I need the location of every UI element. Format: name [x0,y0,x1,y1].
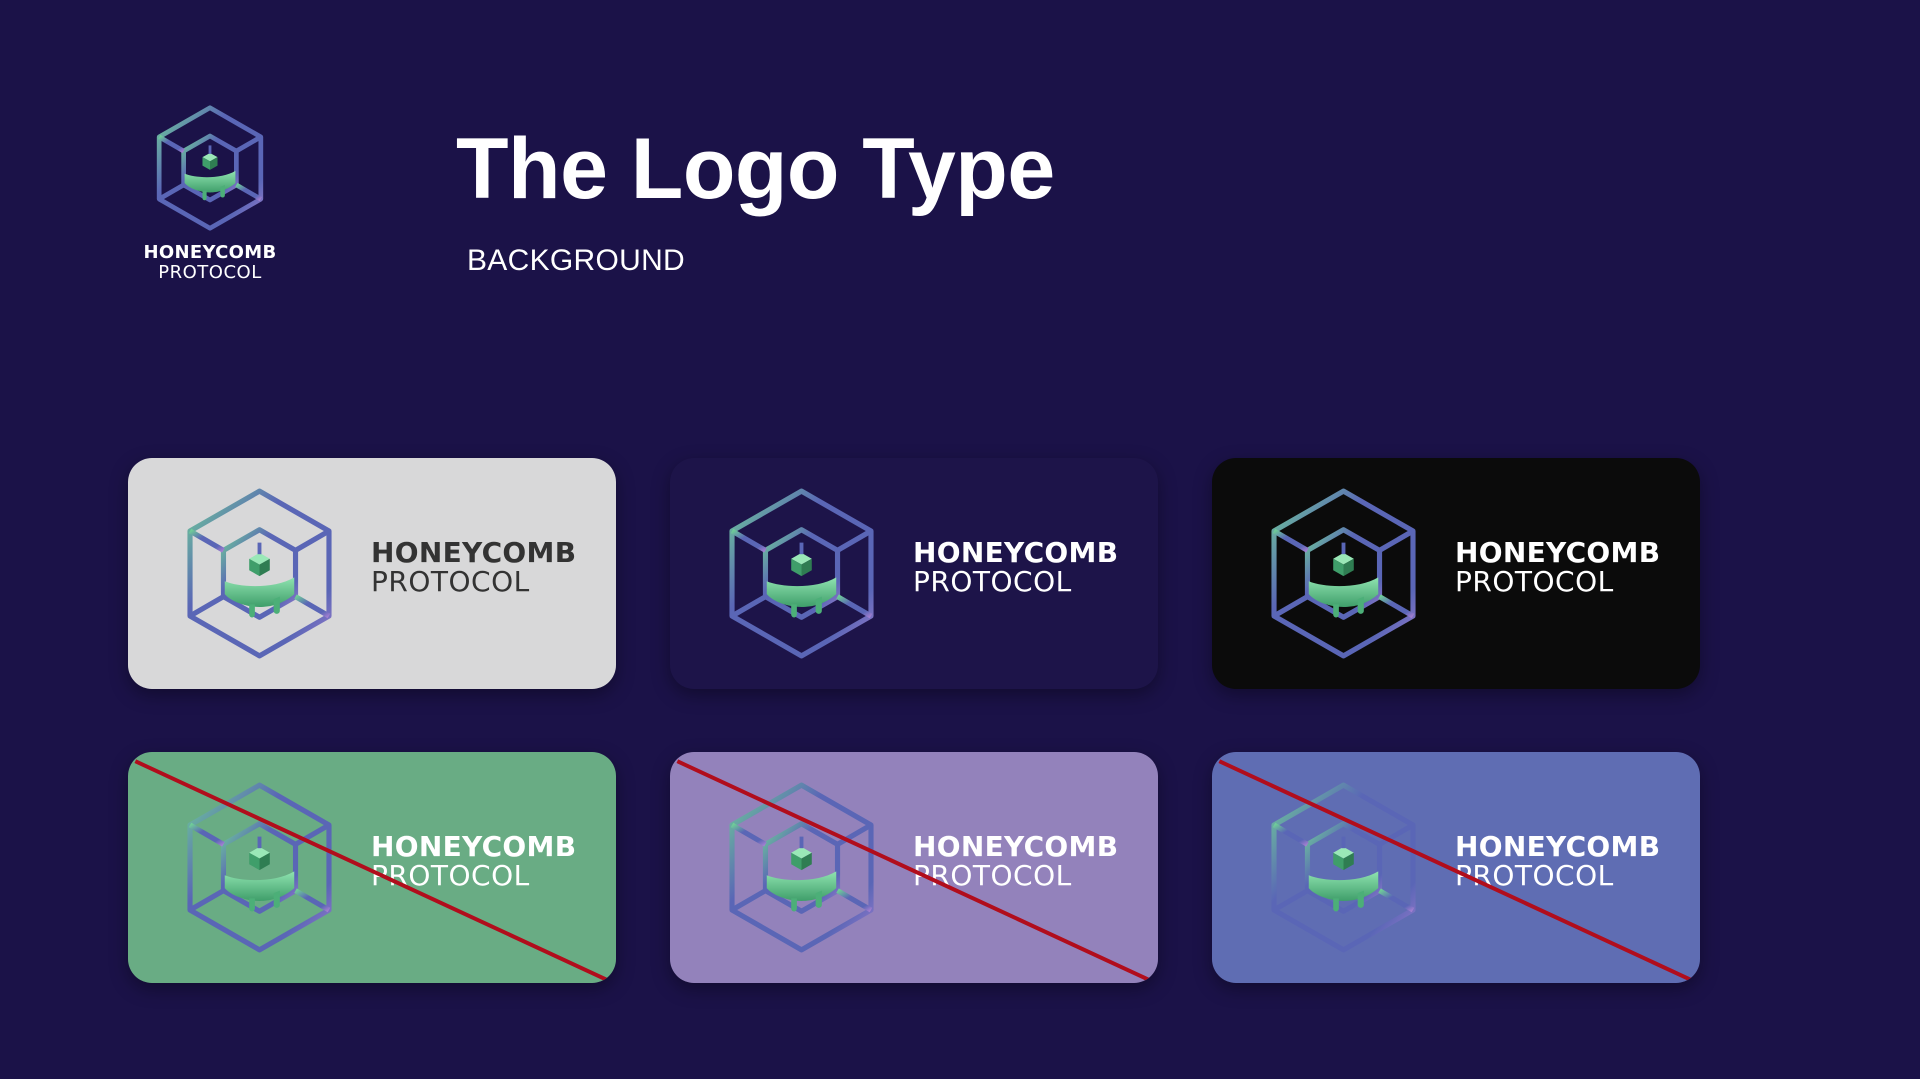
card-wordmark: HONEYCOMB PROTOCOL [371,539,576,596]
honeycomb-logo-icon [1271,782,1416,953]
card-wordmark-line1: HONEYCOMB [1455,536,1661,569]
card-wordmark: HONEYCOMB PROTOCOL [913,539,1118,596]
page-title: The Logo Type [456,121,1055,217]
card-wordmark-line2: PROTOCOL [1455,565,1614,598]
background-examples-grid: HONEYCOMB PROTOCOL HONEYCOMB PROTOCOL HO… [128,458,1700,983]
background-card-periwinkle: HONEYCOMB PROTOCOL [1212,752,1700,983]
card-wordmark: HONEYCOMB PROTOCOL [371,833,576,890]
page-subtitle: BACKGROUND [467,244,686,277]
background-card-black: HONEYCOMB PROTOCOL [1212,458,1700,689]
card-wordmark-line2: PROTOCOL [371,859,530,892]
brand-wordmark-line2: PROTOCOL [158,262,262,283]
card-wordmark-line1: HONEYCOMB [913,536,1119,569]
card-wordmark-line2: PROTOCOL [913,859,1072,892]
honeycomb-logo-icon [156,105,264,231]
background-card-green: HONEYCOMB PROTOCOL [128,752,616,983]
brand-wordmark-line1: HONEYCOMB [143,242,277,263]
card-wordmark-line2: PROTOCOL [913,565,1072,598]
card-wordmark: HONEYCOMB PROTOCOL [1455,833,1660,890]
card-wordmark-line1: HONEYCOMB [371,830,577,863]
background-card-lavender: HONEYCOMB PROTOCOL [670,752,1158,983]
brand-logo: HONEYCOMB PROTOCOL [134,104,286,282]
card-wordmark-line2: PROTOCOL [371,565,530,598]
background-card-light-gray: HONEYCOMB PROTOCOL [128,458,616,689]
card-wordmark-line2: PROTOCOL [1455,859,1614,892]
card-wordmark: HONEYCOMB PROTOCOL [913,833,1118,890]
honeycomb-logo-icon [1271,488,1416,659]
honeycomb-logo-icon [729,782,874,953]
honeycomb-logo-icon [729,488,874,659]
honeycomb-logo-icon [187,488,332,659]
honeycomb-logo-icon [187,782,332,953]
card-wordmark-line1: HONEYCOMB [371,536,577,569]
background-card-deep-purple: HONEYCOMB PROTOCOL [670,458,1158,689]
card-wordmark-line1: HONEYCOMB [913,830,1119,863]
card-wordmark: HONEYCOMB PROTOCOL [1455,539,1660,596]
card-wordmark-line1: HONEYCOMB [1455,830,1661,863]
